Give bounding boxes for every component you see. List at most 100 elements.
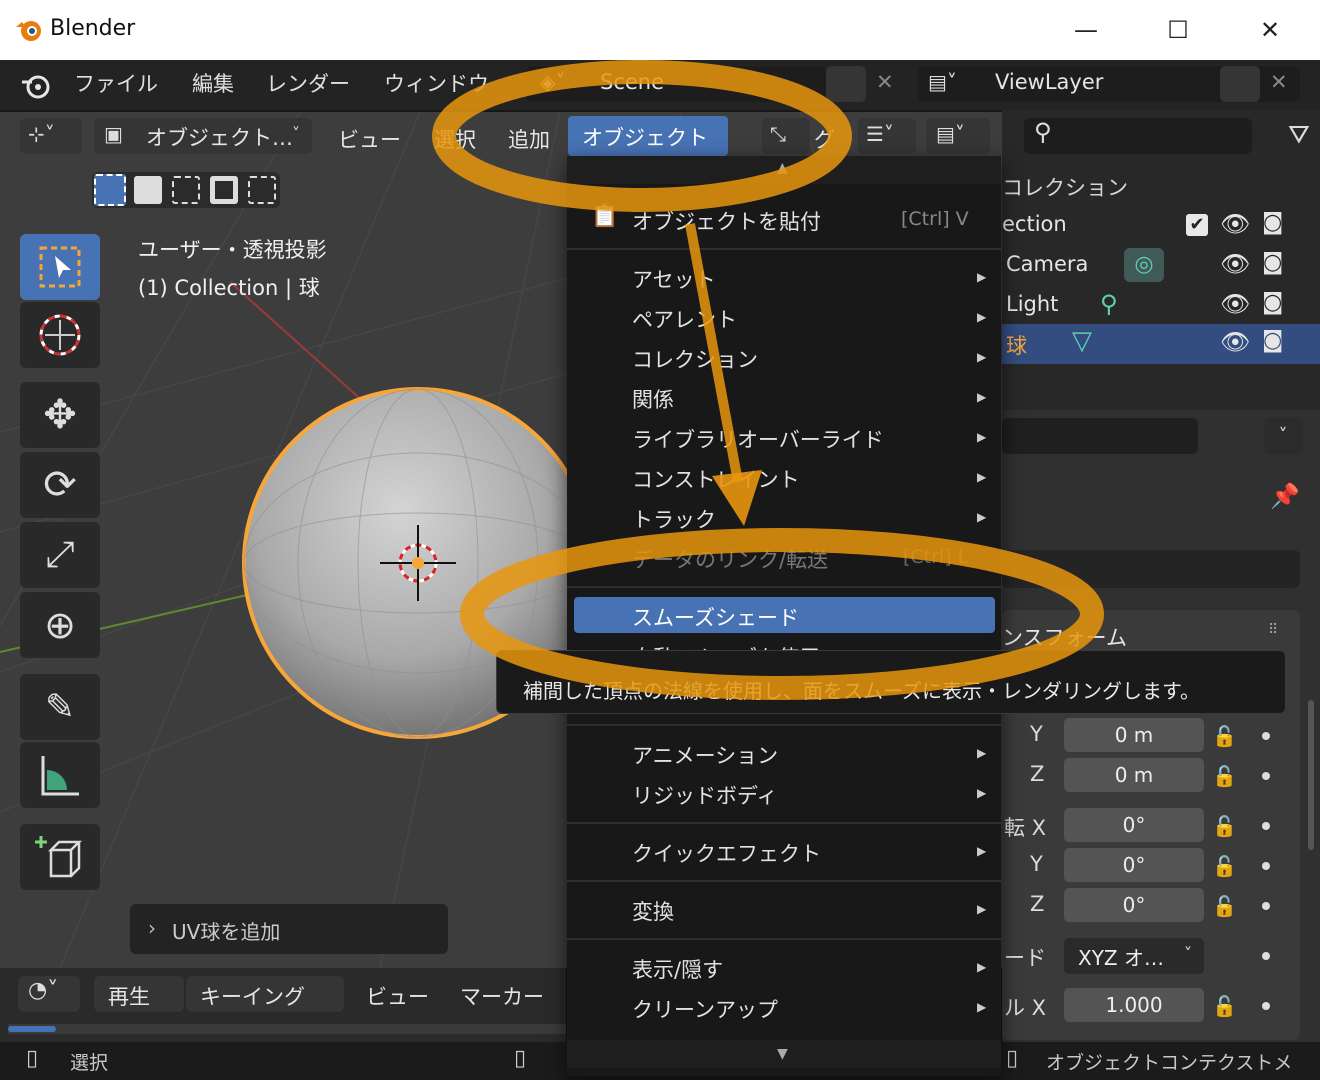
keyframe-dot-icon[interactable] <box>1262 772 1270 780</box>
menu-item-cleanup[interactable]: クリーンアップ <box>632 994 778 1024</box>
rotation-x-field[interactable]: 0° <box>1064 808 1204 842</box>
outliner-row-collection[interactable]: ection ✔ 👁 ◙ <box>1002 206 1320 246</box>
location-y-field[interactable]: 0 m <box>1064 718 1204 752</box>
render-camera-icon[interactable]: ◙ <box>1262 290 1283 315</box>
lock-icon[interactable]: 🔓 <box>1212 764 1237 788</box>
keyframe-dot-icon[interactable] <box>1262 732 1270 740</box>
tool-select-box[interactable] <box>20 234 100 300</box>
lock-icon[interactable]: 🔓 <box>1212 854 1237 878</box>
menu-item-link-transfer-data[interactable]: データのリンク/転送 <box>632 544 828 574</box>
scale-x-field[interactable]: 1.000 <box>1064 988 1204 1022</box>
tool-scale[interactable]: ⤢ <box>20 522 100 588</box>
location-y-label: Y <box>1030 722 1043 746</box>
keyframe-dot-icon[interactable] <box>1262 902 1270 910</box>
eye-icon[interactable]: 👁 <box>1220 250 1250 278</box>
menu-view[interactable]: ビュー <box>338 124 401 154</box>
timeline-view-menu[interactable]: ビュー <box>366 981 429 1011</box>
outliner-search-input[interactable] <box>1024 118 1252 154</box>
render-camera-icon[interactable]: ◙ <box>1262 250 1283 275</box>
pin-icon[interactable]: 📌 <box>1270 482 1300 510</box>
minimize-button[interactable]: — <box>1040 0 1132 60</box>
tool-annotate[interactable]: ✎ <box>20 674 100 740</box>
menu-file[interactable]: ファイル <box>74 68 158 98</box>
scale-icon: ⤢ <box>45 534 75 575</box>
object-name-field[interactable] <box>1002 418 1198 454</box>
menu-item-track[interactable]: トラック <box>632 504 716 534</box>
camera-data-icon[interactable]: ◎ <box>1124 248 1164 282</box>
marker-menu[interactable]: マーカー <box>460 981 544 1011</box>
menu-edit[interactable]: 編集 <box>192 68 234 98</box>
menu-item-show-hide[interactable]: 表示/隠す <box>632 954 723 984</box>
tool-add-cube[interactable] <box>20 824 100 890</box>
collection-info: (1) Collection | 球 <box>138 276 320 300</box>
tool-measure[interactable] <box>20 742 100 808</box>
menu-item-relations[interactable]: 関係 <box>632 384 674 414</box>
remove-scene-icon[interactable]: ✕ <box>876 70 894 94</box>
object-name-input[interactable] <box>1002 550 1300 588</box>
render-camera-icon[interactable]: ◙ <box>1262 210 1283 235</box>
menu-item-rigid-body[interactable]: リジッドボディ <box>632 780 778 810</box>
filter-icon[interactable]: ⛛ <box>1288 120 1310 151</box>
menu-item-collection[interactable]: コレクション <box>632 344 758 374</box>
light-data-icon[interactable]: ⚲ <box>1100 290 1118 318</box>
outliner-row-light[interactable]: Light ⚲ 👁 ◙ <box>1002 286 1320 326</box>
menu-render[interactable]: レンダー <box>266 68 350 98</box>
menu-item-library-override[interactable]: ライブラリオーバーライド <box>632 424 884 454</box>
properties-scrollbar[interactable] <box>1308 700 1314 850</box>
mesh-data-icon[interactable]: ▽ <box>1072 326 1092 356</box>
lock-icon[interactable]: 🔓 <box>1212 894 1237 918</box>
rotation-y-field[interactable]: 0° <box>1064 848 1204 882</box>
maximize-button[interactable]: ☐ <box>1132 0 1224 60</box>
remove-viewlayer-icon[interactable]: ✕ <box>1270 70 1288 94</box>
scene-selector[interactable] <box>526 66 826 102</box>
checkbox-icon[interactable]: ✔ <box>1186 214 1208 236</box>
current-frame-indicator[interactable] <box>8 1026 56 1032</box>
rotation-mode-label: ード <box>1004 946 1046 970</box>
tool-rotate[interactable]: ⟳ <box>20 452 100 518</box>
menu-add[interactable]: 追加 <box>508 124 550 154</box>
keyframe-dot-icon[interactable] <box>1262 952 1270 960</box>
menu-window[interactable]: ウィンドウ <box>384 68 489 98</box>
eye-icon[interactable]: 👁 <box>1220 290 1250 318</box>
lock-icon[interactable]: 🔓 <box>1212 994 1237 1018</box>
render-camera-icon[interactable]: ◙ <box>1262 328 1283 353</box>
menu-item-convert[interactable]: 変換 <box>632 896 674 926</box>
menu-item-constraint[interactable]: コンストレイント <box>632 464 800 494</box>
tool-move[interactable]: ✥ <box>20 382 100 448</box>
close-button[interactable]: ✕ <box>1224 0 1316 60</box>
select-extend-icon[interactable] <box>134 176 162 204</box>
keyframe-dot-icon[interactable] <box>1262 862 1270 870</box>
tool-transform[interactable]: ⊕ <box>20 592 100 658</box>
tool-cursor[interactable] <box>20 302 100 368</box>
scene-icon: ◈˅ <box>540 70 566 94</box>
menu-item-parent[interactable]: ペアレント <box>632 304 737 334</box>
lock-icon[interactable]: 🔓 <box>1212 724 1237 748</box>
drag-handle-icon[interactable]: ⠿ <box>1268 622 1278 638</box>
outliner-row-camera[interactable]: Camera ◎ 👁 ◙ <box>1002 246 1320 286</box>
keyframe-dot-icon[interactable] <box>1262 1002 1270 1010</box>
window-titlebar: Blender — ☐ ✕ <box>0 0 1320 60</box>
menu-item-asset[interactable]: アセット <box>632 264 716 294</box>
rotation-z-field[interactable]: 0° <box>1064 888 1204 922</box>
location-z-field[interactable]: 0 m <box>1064 758 1204 792</box>
lock-icon[interactable]: 🔓 <box>1212 814 1237 838</box>
select-new-icon[interactable] <box>94 174 126 206</box>
blender-menu-icon[interactable] <box>20 70 52 100</box>
menu-item-paste-objects[interactable]: オブジェクトを貼付 <box>632 206 821 236</box>
properties-dropdown-icon[interactable]: ˅ <box>1264 418 1302 454</box>
new-scene-button[interactable] <box>826 66 866 102</box>
new-viewlayer-button[interactable] <box>1220 66 1260 102</box>
eye-icon[interactable]: 👁 <box>1220 210 1250 238</box>
select-intersect-icon[interactable] <box>248 176 276 204</box>
timeline-scrubber[interactable] <box>8 1024 566 1034</box>
submenu-arrow-icon: ▶ <box>977 510 987 524</box>
menu-select[interactable]: 選択 <box>434 124 476 154</box>
menu-partial[interactable]: グ <box>814 124 835 154</box>
select-subtract-icon[interactable] <box>172 176 200 204</box>
menu-item-animation[interactable]: アニメーション <box>632 740 778 770</box>
select-invert-icon[interactable] <box>210 176 238 204</box>
menu-item-quick-effects[interactable]: クイックエフェクト <box>632 838 821 868</box>
outliner-row-sphere[interactable]: 球 ▽ 👁 ◙ <box>1002 324 1320 364</box>
keyframe-dot-icon[interactable] <box>1262 822 1270 830</box>
eye-icon[interactable]: 👁 <box>1220 328 1250 356</box>
